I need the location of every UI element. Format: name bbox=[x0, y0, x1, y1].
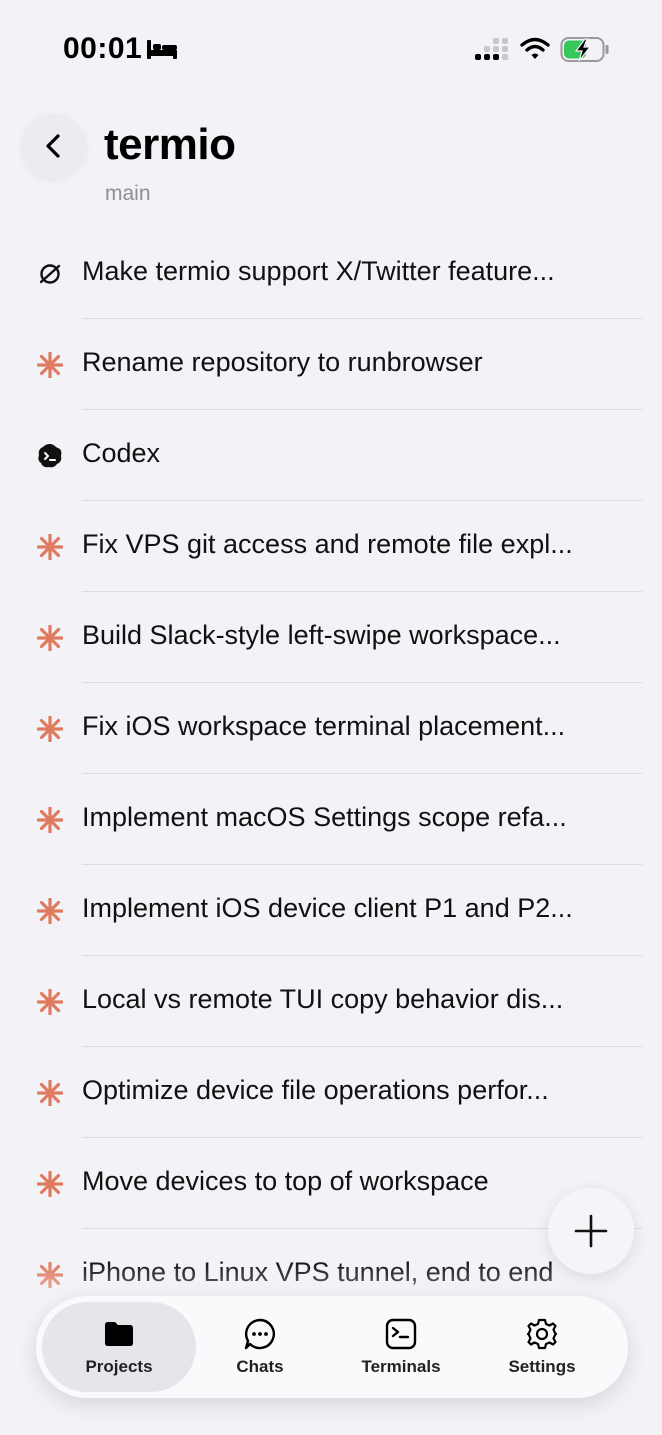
session-title: Fix VPS git access and remote file expl.… bbox=[82, 529, 573, 559]
session-title: Move devices to top of workspace bbox=[82, 1166, 489, 1196]
tab-bar: Projects Chats Terminals Settings bbox=[36, 1296, 628, 1398]
battery-charging-icon bbox=[560, 37, 609, 62]
session-title: Build Slack-style left-swipe workspace..… bbox=[82, 620, 561, 650]
branch-label: main bbox=[105, 182, 151, 205]
status-bar: 00:01 bbox=[0, 0, 662, 100]
session-title: Local vs remote TUI copy behavior dis... bbox=[82, 984, 564, 1014]
session-title: Implement iOS device client P1 and P2... bbox=[82, 893, 573, 923]
back-button[interactable] bbox=[22, 114, 86, 178]
sleep-bed-icon bbox=[147, 40, 177, 59]
claude-sparkle-icon bbox=[36, 351, 64, 379]
session-list-item[interactable]: Rename repository to runbrowser bbox=[0, 319, 662, 410]
status-time: 00:01 bbox=[63, 32, 143, 65]
app-screen: 00:01 termio main Make termio support X/… bbox=[0, 0, 662, 1435]
plus-icon bbox=[574, 1214, 608, 1248]
claude-sparkle-icon bbox=[36, 1170, 64, 1198]
session-title: Rename repository to runbrowser bbox=[82, 347, 483, 377]
session-title: Implement macOS Settings scope refa... bbox=[82, 802, 567, 832]
session-title: Optimize device file operations perfor..… bbox=[82, 1075, 549, 1105]
cellular-signal-icon bbox=[475, 38, 508, 60]
session-list-item[interactable]: Build Slack-style left-swipe workspace..… bbox=[0, 592, 662, 683]
add-session-button[interactable] bbox=[548, 1188, 634, 1274]
terminal-icon bbox=[385, 1318, 417, 1350]
session-list-item[interactable]: Optimize device file operations perfor..… bbox=[0, 1047, 662, 1138]
tab-projects[interactable]: Projects bbox=[42, 1302, 196, 1392]
tab-label: Chats bbox=[236, 1357, 284, 1376]
claude-sparkle-icon bbox=[36, 624, 64, 652]
codex-icon bbox=[37, 443, 63, 469]
openai-icon bbox=[37, 261, 63, 287]
session-list-item[interactable]: Implement macOS Settings scope refa... bbox=[0, 774, 662, 865]
session-list-item[interactable]: Implement iOS device client P1 and P2... bbox=[0, 865, 662, 956]
claude-sparkle-icon bbox=[36, 897, 64, 925]
session-list-item[interactable]: Make termio support X/Twitter feature... bbox=[0, 228, 662, 319]
folder-icon bbox=[105, 1322, 133, 1346]
session-list-item[interactable]: Codex bbox=[0, 410, 662, 501]
gear-icon bbox=[526, 1318, 558, 1350]
claude-sparkle-icon bbox=[36, 988, 64, 1016]
session-list-item[interactable]: Local vs remote TUI copy behavior dis... bbox=[0, 956, 662, 1047]
session-list: Make termio support X/Twitter feature...… bbox=[0, 228, 662, 1320]
tab-settings[interactable]: Settings bbox=[465, 1302, 619, 1392]
chat-bubble-icon bbox=[244, 1318, 275, 1350]
tab-chats[interactable]: Chats bbox=[183, 1302, 337, 1392]
session-list-item[interactable]: Fix iOS workspace terminal placement... bbox=[0, 683, 662, 774]
tab-label: Projects bbox=[85, 1357, 153, 1376]
session-title: Fix iOS workspace terminal placement... bbox=[82, 711, 566, 741]
claude-sparkle-icon bbox=[36, 806, 64, 834]
claude-sparkle-icon bbox=[36, 1079, 64, 1107]
claude-sparkle-icon bbox=[36, 715, 64, 743]
session-title: Make termio support X/Twitter feature... bbox=[82, 256, 555, 286]
tab-terminals[interactable]: Terminals bbox=[324, 1302, 478, 1392]
tab-label: Settings bbox=[508, 1357, 576, 1376]
wifi-icon bbox=[520, 37, 550, 59]
chevron-left-icon bbox=[46, 134, 60, 158]
claude-sparkle-icon bbox=[36, 533, 64, 561]
session-title: Codex bbox=[82, 438, 161, 468]
session-list-item[interactable]: Fix VPS git access and remote file expl.… bbox=[0, 501, 662, 592]
page-title: termio bbox=[104, 120, 236, 169]
tab-label: Terminals bbox=[361, 1357, 441, 1376]
